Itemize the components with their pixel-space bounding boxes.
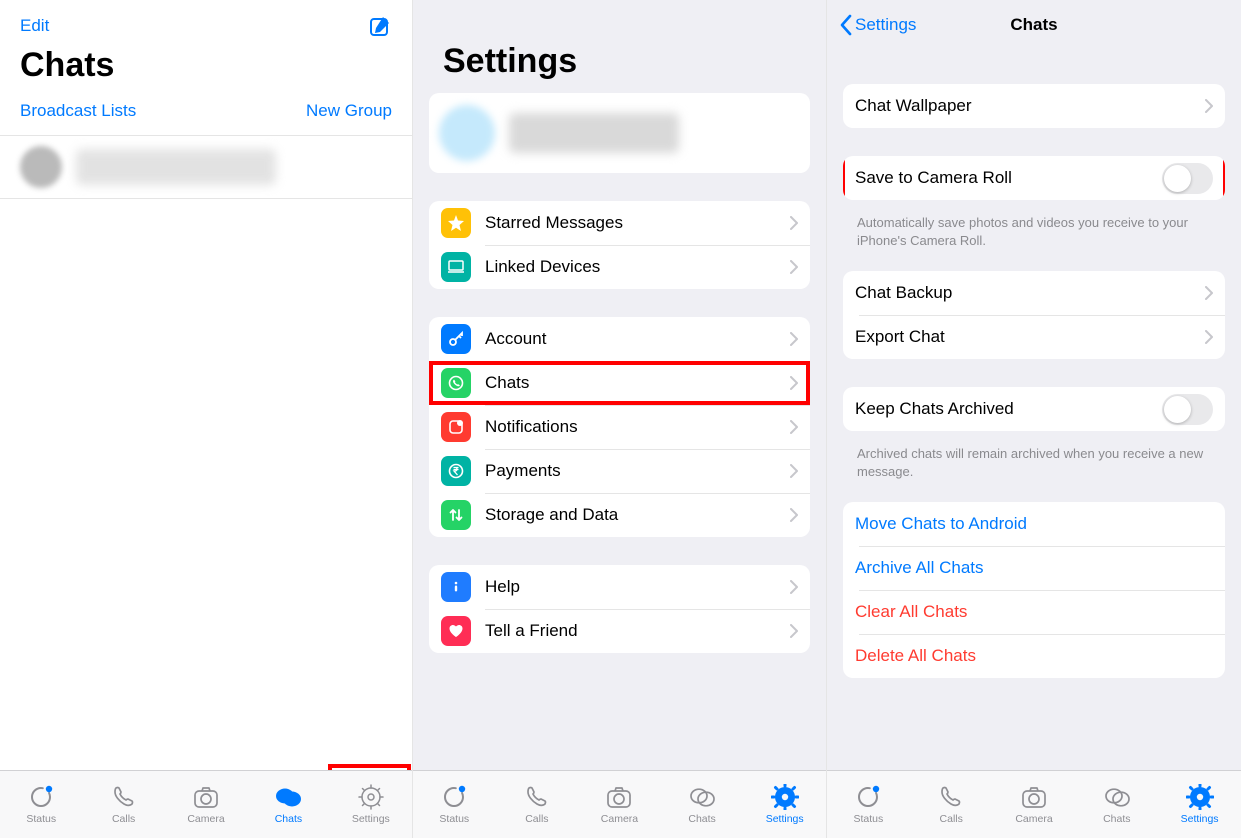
profile-row[interactable] xyxy=(429,93,810,173)
heart-icon xyxy=(441,616,471,646)
row-tell-a-friend[interactable]: Tell a Friend xyxy=(429,609,810,653)
tab-calls[interactable]: Calls xyxy=(82,771,164,838)
chat-preview-redacted xyxy=(76,149,276,185)
edit-button[interactable]: Edit xyxy=(20,16,49,36)
chevron-right-icon xyxy=(1205,99,1213,113)
panel-chats-settings: Settings Chats Chat Wallpaper Save to Ca… xyxy=(827,0,1241,838)
row-linked-devices[interactable]: Linked Devices xyxy=(429,245,810,289)
row-keep-archived[interactable]: Keep Chats Archived xyxy=(843,387,1225,431)
tab-bar: Status Calls Camera Chats Settings xyxy=(827,770,1241,838)
chevron-right-icon xyxy=(790,420,798,434)
tab-status[interactable]: Status xyxy=(413,771,496,838)
chevron-right-icon xyxy=(790,580,798,594)
chevron-right-icon xyxy=(790,260,798,274)
star-icon xyxy=(441,208,471,238)
key-icon xyxy=(441,324,471,354)
chevron-right-icon xyxy=(1205,286,1213,300)
toggle-keep-archived[interactable] xyxy=(1162,394,1213,425)
chevron-right-icon xyxy=(790,624,798,638)
row-archive-all[interactable]: Archive All Chats xyxy=(843,546,1225,590)
info-icon xyxy=(441,572,471,602)
whatsapp-icon xyxy=(441,368,471,398)
broadcast-lists-link[interactable]: Broadcast Lists xyxy=(20,101,136,121)
avatar xyxy=(439,105,495,161)
panel-settings: Settings Starred Messages Linked Devices… xyxy=(413,0,827,838)
save-camera-roll-note: Automatically save photos and videos you… xyxy=(827,206,1241,249)
page-title: Settings xyxy=(413,0,826,93)
chevron-right-icon xyxy=(790,376,798,390)
chevron-right-icon xyxy=(790,464,798,478)
avatar xyxy=(20,146,62,188)
new-group-link[interactable]: New Group xyxy=(306,101,392,121)
tab-bar: Status Calls Camera Chats Settings xyxy=(0,770,412,838)
tab-chats[interactable]: Chats xyxy=(661,771,744,838)
chevron-right-icon xyxy=(790,216,798,230)
tab-calls[interactable]: Calls xyxy=(496,771,579,838)
row-save-camera-roll[interactable]: Save to Camera Roll xyxy=(843,156,1225,200)
back-button[interactable]: Settings xyxy=(839,14,916,36)
row-storage-data[interactable]: Storage and Data xyxy=(429,493,810,537)
row-clear-all[interactable]: Clear All Chats xyxy=(843,590,1225,634)
tab-settings[interactable]: Settings xyxy=(1158,771,1241,838)
row-chat-wallpaper[interactable]: Chat Wallpaper xyxy=(843,84,1225,128)
tab-chats[interactable]: Chats xyxy=(247,771,329,838)
chevron-right-icon xyxy=(1205,330,1213,344)
tab-calls[interactable]: Calls xyxy=(910,771,993,838)
panel-chats-list: Edit Chats Broadcast Lists New Group Sta… xyxy=(0,0,413,838)
tab-bar: Status Calls Camera Chats Settings xyxy=(413,770,826,838)
tab-camera[interactable]: Camera xyxy=(578,771,661,838)
rupee-icon xyxy=(441,456,471,486)
row-starred-messages[interactable]: Starred Messages xyxy=(429,201,810,245)
chat-list-item[interactable] xyxy=(0,136,412,199)
chevron-right-icon xyxy=(790,508,798,522)
row-chat-backup[interactable]: Chat Backup xyxy=(843,271,1225,315)
notifications-icon xyxy=(441,412,471,442)
row-notifications[interactable]: Notifications xyxy=(429,405,810,449)
tab-settings[interactable]: Settings xyxy=(330,771,412,838)
tab-chats[interactable]: Chats xyxy=(1075,771,1158,838)
row-account[interactable]: Account xyxy=(429,317,810,361)
row-export-chat[interactable]: Export Chat xyxy=(843,315,1225,359)
compose-icon[interactable] xyxy=(368,14,392,38)
profile-name-redacted xyxy=(509,113,679,153)
laptop-icon xyxy=(441,252,471,282)
tab-camera[interactable]: Camera xyxy=(993,771,1076,838)
row-delete-all[interactable]: Delete All Chats xyxy=(843,634,1225,678)
data-arrows-icon xyxy=(441,500,471,530)
tab-status[interactable]: Status xyxy=(0,771,82,838)
tab-settings[interactable]: Settings xyxy=(743,771,826,838)
row-help[interactable]: Help xyxy=(429,565,810,609)
row-move-to-android[interactable]: Move Chats to Android xyxy=(843,502,1225,546)
tab-status[interactable]: Status xyxy=(827,771,910,838)
toggle-save-camera-roll[interactable] xyxy=(1162,163,1213,194)
keep-archived-note: Archived chats will remain archived when… xyxy=(827,437,1241,480)
page-title: Chats xyxy=(0,42,412,95)
row-chats[interactable]: Chats xyxy=(429,361,810,405)
chevron-right-icon xyxy=(790,332,798,346)
chevron-left-icon xyxy=(839,14,852,36)
tab-camera[interactable]: Camera xyxy=(165,771,247,838)
row-payments[interactable]: Payments xyxy=(429,449,810,493)
